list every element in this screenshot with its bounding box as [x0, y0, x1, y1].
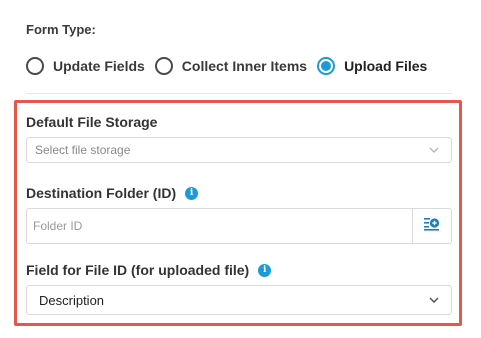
- add-list-icon: [424, 217, 440, 236]
- info-icon[interactable]: i: [258, 263, 272, 277]
- radio-circle-collect-inner-items[interactable]: [154, 57, 173, 75]
- field-for-file-id-label: Field for File ID (for uploaded file) i: [26, 262, 272, 278]
- field-for-file-id-select[interactable]: Description: [26, 285, 452, 315]
- radio-label-upload-files: Upload Files: [344, 58, 428, 74]
- default-file-storage-select[interactable]: Select file storage: [26, 137, 452, 163]
- radio-label-update-fields: Update Fields: [53, 58, 145, 74]
- default-file-storage-placeholder: Select file storage: [35, 143, 131, 157]
- destination-folder-label: Destination Folder (ID) i: [26, 185, 199, 201]
- destination-folder-input-group: [26, 208, 452, 244]
- radio-circle-upload-files[interactable]: [317, 57, 336, 75]
- radio-circle-update-fields[interactable]: [26, 57, 44, 75]
- form-type-radio-group: Update Fields Collect Inner Items Upload…: [26, 55, 437, 77]
- destination-folder-input[interactable]: [27, 209, 412, 243]
- radio-collect-inner-items[interactable]: Collect Inner Items: [154, 57, 308, 75]
- radio-update-fields[interactable]: Update Fields: [26, 57, 145, 75]
- default-file-storage-label-text: Default File Storage: [26, 114, 158, 130]
- chevron-down-icon: [429, 145, 439, 155]
- chevron-down-icon: [429, 295, 439, 305]
- radio-label-collect-inner-items: Collect Inner Items: [181, 58, 308, 74]
- radio-upload-files[interactable]: Upload Files: [317, 57, 427, 75]
- info-icon[interactable]: i: [185, 186, 199, 200]
- field-for-file-id-label-text: Field for File ID (for uploaded file): [26, 262, 250, 278]
- default-file-storage-label: Default File Storage: [26, 114, 157, 130]
- section-divider: [26, 93, 452, 94]
- add-folder-button[interactable]: [412, 209, 451, 243]
- destination-folder-label-text: Destination Folder (ID): [26, 185, 177, 201]
- field-for-file-id-value: Description: [39, 292, 105, 308]
- form-type-label: Form Type:: [26, 22, 96, 37]
